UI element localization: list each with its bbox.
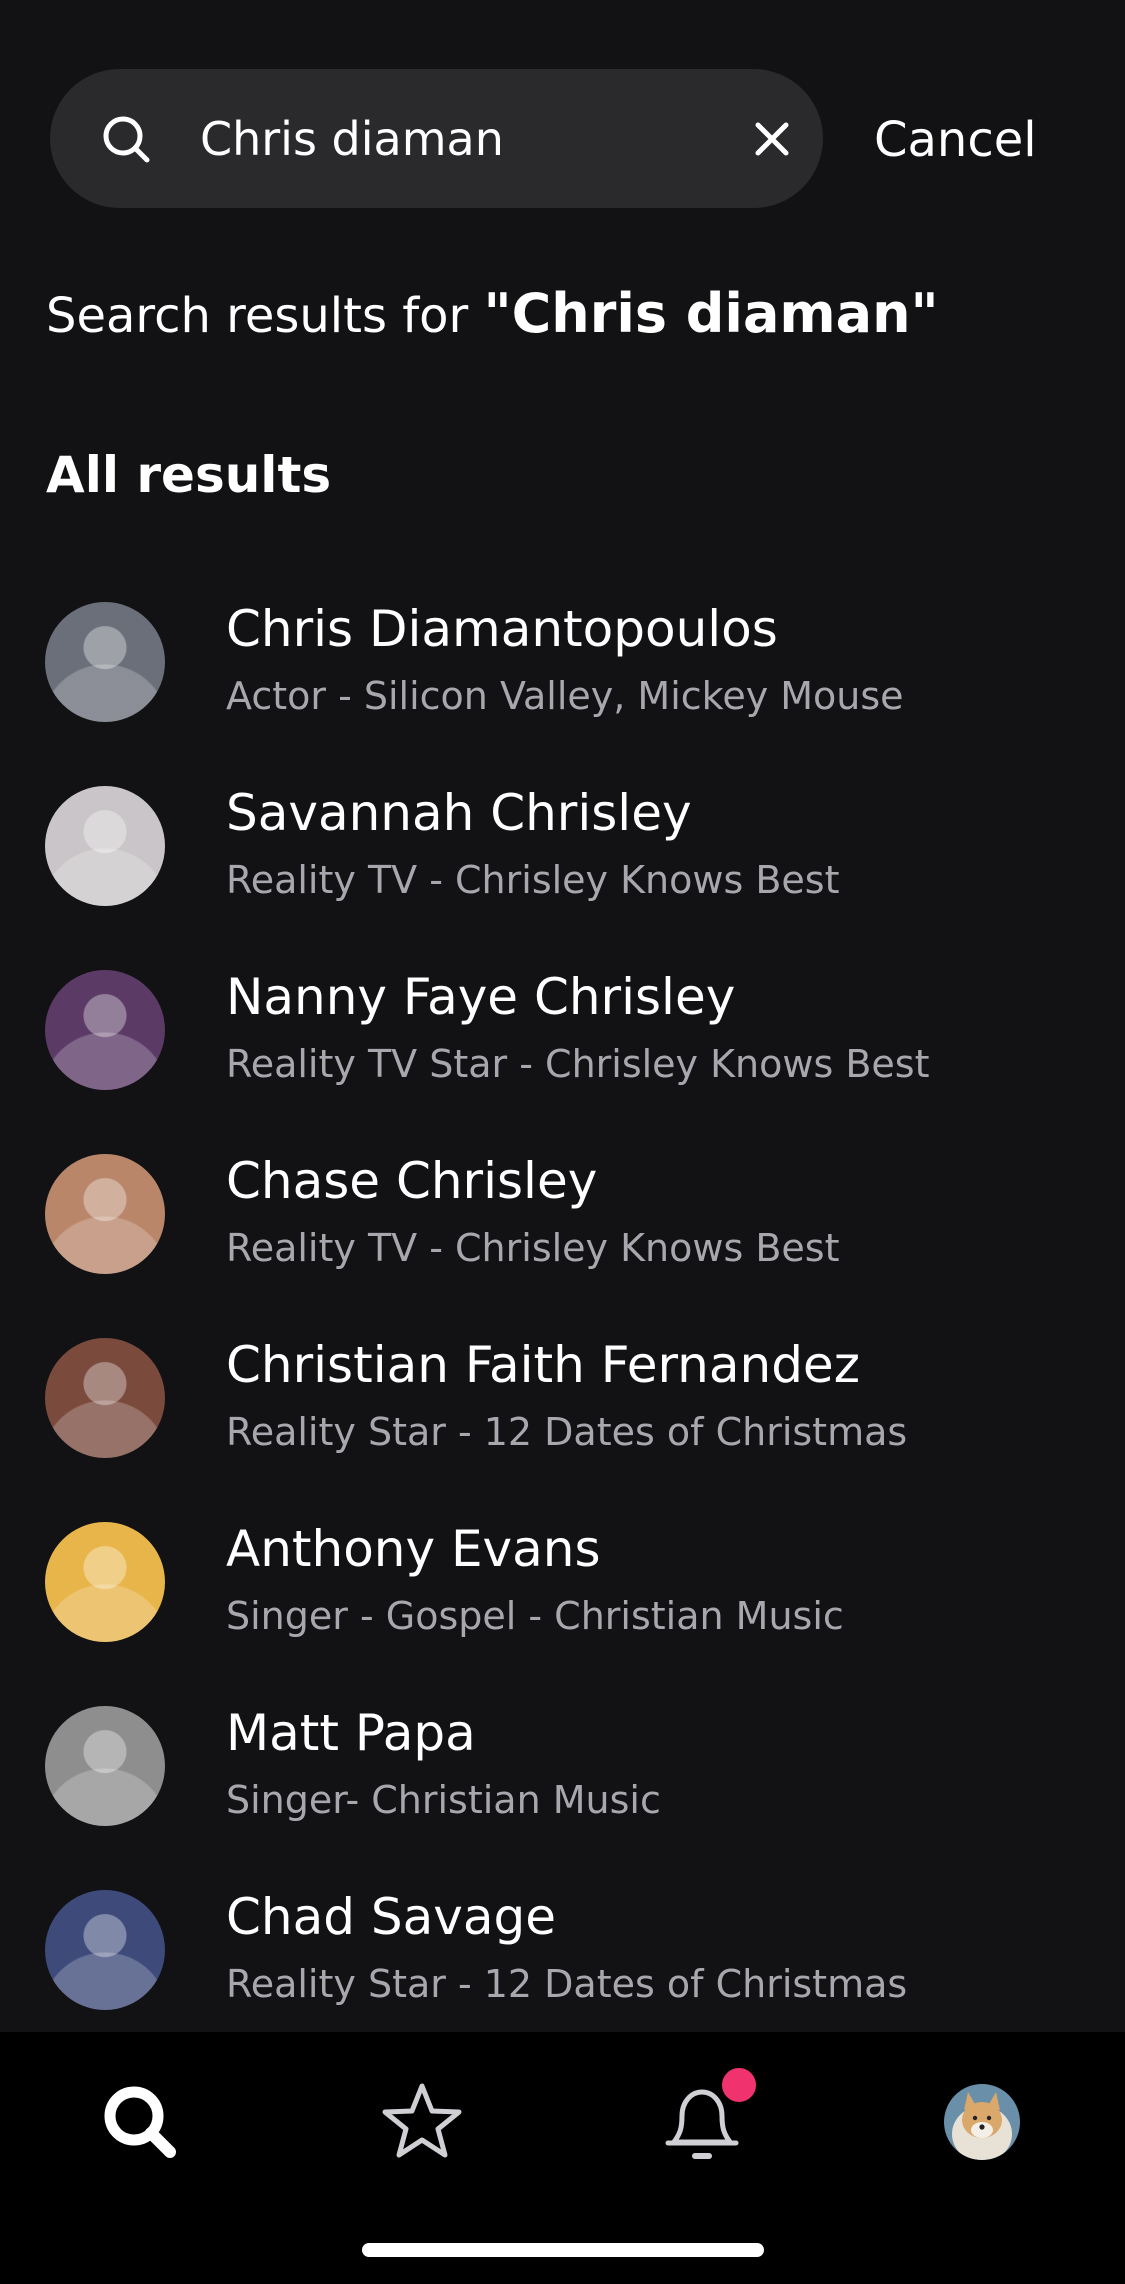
- search-icon: [103, 116, 150, 163]
- result-name: Chad Savage: [226, 1888, 556, 1946]
- result-subtitle: Reality Star - 12 Dates of Christmas: [226, 1962, 908, 2006]
- search-bar[interactable]: [50, 69, 823, 208]
- avatar: [45, 1890, 165, 2010]
- avatar: [45, 786, 165, 906]
- result-subtitle: Singer - Gospel - Christian Music: [226, 1594, 844, 1638]
- result-name: Matt Papa: [226, 1704, 476, 1762]
- avatar: [45, 970, 165, 1090]
- avatar: [45, 1706, 165, 1826]
- result-name: Nanny Faye Chrisley: [226, 968, 736, 1026]
- result-subtitle: Reality TV Star - Chrisley Knows Best: [226, 1042, 930, 1086]
- tab-profile[interactable]: [932, 2072, 1032, 2172]
- close-icon: [755, 122, 789, 156]
- result-item[interactable]: Chris Diamantopoulos Actor - Silicon Val…: [0, 592, 1125, 776]
- avatar: [45, 1154, 165, 1274]
- result-item[interactable]: Savannah Chrisley Reality TV - Chrisley …: [0, 776, 1125, 960]
- result-subtitle: Singer- Christian Music: [226, 1778, 661, 1822]
- search-input[interactable]: [200, 69, 700, 208]
- home-indicator: [362, 2243, 764, 2257]
- search-results-heading: Search results for "Chris diaman": [46, 282, 939, 345]
- result-item[interactable]: Nanny Faye Chrisley Reality TV Star - Ch…: [0, 960, 1125, 1144]
- result-subtitle: Actor - Silicon Valley, Mickey Mouse: [226, 674, 904, 718]
- cancel-button[interactable]: Cancel: [874, 112, 1037, 168]
- search-icon: [104, 2086, 176, 2158]
- result-item[interactable]: Chase Chrisley Reality TV - Chrisley Kno…: [0, 1144, 1125, 1328]
- result-name: Savannah Chrisley: [226, 784, 692, 842]
- clear-search-button[interactable]: [740, 107, 810, 171]
- result-name: Chase Chrisley: [226, 1152, 598, 1210]
- result-name: Chris Diamantopoulos: [226, 600, 778, 658]
- notification-badge: [718, 2064, 760, 2106]
- result-item[interactable]: Matt Papa Singer- Christian Music: [0, 1696, 1125, 1880]
- avatar: [45, 602, 165, 722]
- tab-search[interactable]: [90, 2072, 190, 2172]
- result-subtitle: Reality Star - 12 Dates of Christmas: [226, 1410, 908, 1454]
- result-item[interactable]: Christian Faith Fernandez Reality Star -…: [0, 1328, 1125, 1512]
- avatar: [45, 1522, 165, 1642]
- section-title: All results: [46, 446, 332, 504]
- result-name: Christian Faith Fernandez: [226, 1336, 860, 1394]
- result-name: Anthony Evans: [226, 1520, 601, 1578]
- result-item[interactable]: Anthony Evans Singer - Gospel - Christia…: [0, 1512, 1125, 1696]
- results-heading-query: "Chris diaman": [483, 282, 939, 345]
- tab-favorites[interactable]: [372, 2072, 472, 2172]
- result-subtitle: Reality TV - Chrisley Knows Best: [226, 1226, 840, 1270]
- result-subtitle: Reality TV - Chrisley Knows Best: [226, 858, 840, 902]
- profile-avatar: [944, 2084, 1020, 2160]
- star-icon: [382, 2083, 462, 2158]
- results-heading-prefix: Search results for: [46, 288, 484, 344]
- avatar: [45, 1338, 165, 1458]
- results-list: Chris Diamantopoulos Actor - Silicon Val…: [0, 592, 1125, 2064]
